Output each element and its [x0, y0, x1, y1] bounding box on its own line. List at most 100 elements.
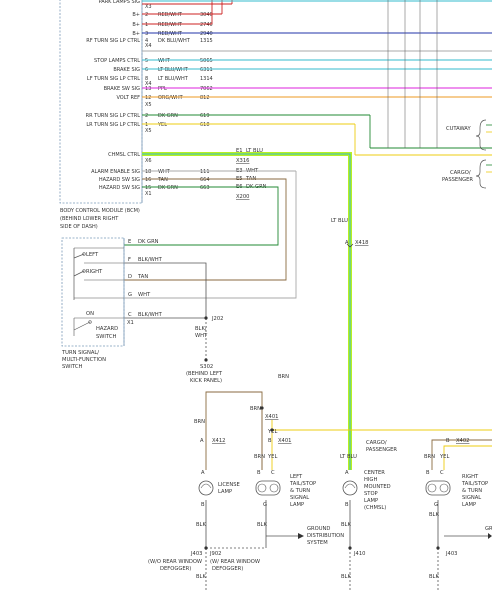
- bcm-label-line-1: BODY CONTROL MODULE (BCM): [60, 208, 140, 214]
- bcm-pin-circuit: 7062: [200, 86, 213, 92]
- switch-pin-d: D: [128, 274, 132, 280]
- bcm-pin-circuit: 812: [200, 95, 210, 101]
- bcm-pin-wire-color: LT BLU/WHT: [158, 67, 189, 73]
- x200-label: X200: [236, 194, 249, 200]
- yel-label-top: YEL: [267, 429, 277, 435]
- bcm-pin-number: X5: [145, 128, 152, 134]
- bcm-pin-number: 6: [145, 67, 148, 73]
- bcm-pin-wire-color: RED/WHT: [158, 31, 183, 37]
- bcm-pin-name: ALARM ENABLE SIG: [91, 169, 140, 175]
- bcm-pin-circuit: 664: [200, 177, 210, 183]
- switch-connector-x1: X1: [127, 320, 134, 326]
- right-lamp-label-2: TAIL/STOP: [461, 481, 488, 487]
- s302-label: S302: [200, 364, 213, 370]
- chmsl-label-3: MOUNTED: [364, 484, 391, 490]
- bcm-pin-number: 18: [145, 169, 151, 175]
- right-pin-b: B: [446, 438, 450, 444]
- bcm-pin-wire-color: YEL: [157, 122, 167, 128]
- bcm-pin-wire-color: WHT: [158, 58, 171, 64]
- right-lamp-label-5: LAMP: [462, 502, 476, 508]
- chmsl-pin-b: B: [345, 502, 349, 508]
- right-lamp-label-3: & TURN: [462, 488, 482, 494]
- bcm-pin-number: 1: [145, 22, 148, 28]
- wo-defog-2: DEFOGGER): [160, 566, 191, 572]
- chmsl-label-6: (CHMSL): [364, 505, 386, 511]
- bcm-pin-wire-color: DK GRN: [158, 185, 178, 191]
- bcm-pin-number: X1: [145, 191, 152, 197]
- brn-label-lamp: BRN: [254, 454, 265, 460]
- switch-label-2: MULTI-FUNCTION: [62, 357, 106, 363]
- switch-pin-f: F: [128, 257, 131, 263]
- j403b-label: J403: [445, 551, 457, 557]
- chmsl-label-1: CENTER: [364, 470, 385, 476]
- bcm-pin-circuit: 619: [200, 113, 210, 119]
- left-lamp-pin-c: C: [271, 470, 275, 476]
- left-lamp-label-3: & TURN: [290, 488, 310, 494]
- blk-label-6: BLK: [341, 574, 351, 580]
- hazard-switch-label-2: SWITCH: [96, 334, 116, 340]
- bcm-pin-number: X5: [145, 102, 152, 108]
- brn-label-left: BRN: [194, 419, 205, 425]
- j902-label: J902: [209, 551, 221, 557]
- cargo-label-1: CARGO/: [450, 170, 471, 176]
- blk-label-1: BLK: [196, 522, 206, 528]
- license-pin-a-lamp: A: [201, 470, 205, 476]
- switch-label-3: SWITCH: [62, 364, 82, 370]
- switch-pin-e: E: [128, 239, 131, 245]
- ground-labels: BLK BLK BLK BLK GROUND DISTRIBUTION SYST…: [148, 512, 492, 580]
- left-lamp-pin-g: G: [263, 502, 267, 508]
- switch-right-label: RIGHT: [86, 269, 103, 275]
- right-lamp-pin-b: B: [426, 470, 430, 476]
- bcm-pin-name: LR TURN SIG LP CTRL: [86, 122, 140, 128]
- bcm-pin-circuit: 663: [200, 185, 210, 191]
- ground-dist-2: DISTRIBUTION: [307, 533, 344, 539]
- switch-wire-e: DK GRN: [138, 239, 159, 245]
- right-lamp-label-4: SIGNAL: [462, 495, 481, 501]
- bcm-pin-name: VOLT REF: [116, 95, 140, 101]
- bcm-pin-name: PARK LAMPS SIG: [99, 0, 141, 5]
- bcm-pin-circuit: 2940: [200, 31, 213, 37]
- bcm-pin-number: 16: [145, 177, 151, 183]
- blk-label-3: BLK: [341, 522, 351, 528]
- license-pin-b: B: [201, 502, 205, 508]
- switch-wire-c: BLK/WHT: [138, 312, 163, 318]
- switch-pin-c: C: [128, 312, 132, 318]
- bcm-pin-circuit: 5065: [200, 58, 213, 64]
- bcm-pin-wire-color: DK BLU/WHT: [158, 38, 191, 44]
- right-lamp-label-1: RIGHT: [462, 474, 479, 480]
- bcm-pin-circuit: 1315: [200, 38, 213, 44]
- j410-label: J410: [353, 551, 365, 557]
- chmsl-label-4: STOP: [364, 491, 378, 497]
- bcm-pin-number: 5: [145, 58, 148, 64]
- right-lamp-pin-c: C: [440, 470, 444, 476]
- bcm-pin-name: LF TURN SIG LP CTRL: [87, 76, 140, 82]
- chmsl-circuit-highlight: [142, 152, 352, 470]
- bcm-pin-name: HAZARD SW SIG: [99, 185, 140, 191]
- cargo-pass-1: CARGO/: [366, 440, 387, 446]
- x412-label: X412: [212, 438, 225, 444]
- blk-label-2: BLK: [257, 522, 267, 528]
- cargo-pass-2: PASSENGER: [366, 447, 397, 453]
- switch-left-label: LEFT: [86, 252, 99, 258]
- x401-label: X401: [265, 414, 278, 420]
- switch-on-label: ON: [86, 311, 94, 317]
- x316-pin-e1: E1: [236, 148, 243, 154]
- switch-wires: [124, 170, 297, 362]
- license-pin-a: A: [200, 438, 204, 444]
- right-lamp-pin-g: G: [434, 502, 438, 508]
- blk-wht-label-2: WHT: [195, 333, 208, 339]
- bcm-pin-wire-color: ORG/WHT: [158, 95, 184, 101]
- bcm-pin-name: STOP LAMPS CTRL: [94, 58, 140, 64]
- blk-wht-label-1: BLK/: [195, 326, 207, 332]
- chmsl-pin-a: A: [345, 470, 349, 476]
- bcm-pin-name: B+: [132, 22, 140, 28]
- bcm-pin-wire-color: RED/WHT: [158, 22, 183, 28]
- w-defog-2: DEFOGGER): [212, 566, 243, 572]
- left-lamp-label-4: SIGNAL: [290, 495, 309, 501]
- switch-pin-g: G: [128, 292, 132, 298]
- bcm-pin-circuit: 618: [200, 122, 210, 128]
- right-tail-lamp: B C G RIGHT TAIL/STOP & TURN SIGNAL LAMP: [425, 470, 488, 508]
- bcm-pin-number: 3: [145, 31, 148, 37]
- bcm-pin-number: 12: [145, 95, 151, 101]
- chmsl-wire-label: LT BLU: [340, 454, 357, 460]
